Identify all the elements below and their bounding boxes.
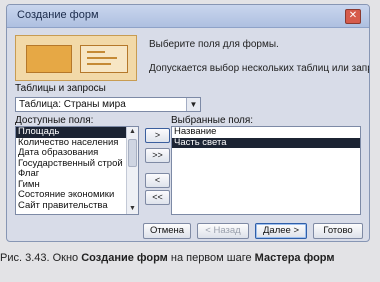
list-item[interactable]: Дата образования — [16, 147, 138, 159]
title-bar: Создание форм ✕ — [7, 5, 369, 28]
available-fields-list[interactable]: Площадь Количество населения Дата образо… — [15, 126, 139, 215]
close-button[interactable]: ✕ — [345, 9, 361, 24]
add-field-button[interactable]: > — [145, 128, 170, 143]
illustration-panel-left — [26, 45, 72, 73]
next-button[interactable]: Далее > — [255, 223, 307, 239]
scroll-thumb[interactable] — [128, 139, 137, 167]
caption-middle: на первом шаге — [167, 252, 255, 264]
figure-caption: Рис. 3.43. Окно Создание форм на первом … — [0, 252, 380, 264]
available-fields-label: Доступные поля: — [15, 115, 94, 126]
illustration-panel-right — [80, 45, 128, 73]
list-item[interactable]: Площадь — [16, 127, 138, 138]
scroll-up-icon[interactable]: ▲ — [127, 127, 138, 137]
cancel-button[interactable]: Отмена — [143, 223, 191, 239]
selected-fields-list[interactable]: Название Часть света — [171, 126, 361, 215]
intro-text-1: Выберите поля для формы. — [149, 39, 279, 50]
scroll-down-icon[interactable]: ▼ — [127, 204, 138, 214]
remove-all-fields-button[interactable]: << — [145, 190, 170, 205]
list-item[interactable]: Название — [172, 127, 360, 138]
source-select-value: Таблица: Страны мира — [19, 99, 126, 110]
caption-prefix: Рис. 3.43. Окно — [0, 252, 82, 264]
back-button[interactable]: < Назад — [197, 223, 249, 239]
chevron-down-icon[interactable]: ▼ — [186, 98, 200, 111]
source-label: Таблицы и запросы — [15, 83, 106, 94]
selected-fields-label: Выбранные поля: — [171, 115, 254, 126]
caption-bold-window: Создание форм — [81, 252, 168, 264]
source-select[interactable]: Таблица: Страны мира ▼ — [15, 97, 201, 112]
window-title: Создание форм — [17, 9, 99, 21]
list-item[interactable]: Сайт правительства — [16, 200, 138, 212]
scrollbar[interactable]: ▲ ▼ — [126, 127, 138, 214]
form-wizard-dialog: Создание форм ✕ Выберите поля для формы.… — [6, 4, 370, 242]
wizard-illustration — [15, 35, 137, 81]
intro-text-2: Допускается выбор нескольких таблиц или … — [149, 63, 369, 74]
remove-field-button[interactable]: < — [145, 173, 170, 188]
add-all-fields-button[interactable]: >> — [145, 148, 170, 163]
list-item[interactable]: Состояние экономики — [16, 189, 138, 201]
finish-button[interactable]: Готово — [313, 223, 363, 239]
list-item[interactable]: Часть света — [172, 137, 360, 148]
caption-bold-wizard: Мастера форм — [254, 252, 335, 264]
list-item[interactable]: Флаг — [16, 168, 138, 180]
